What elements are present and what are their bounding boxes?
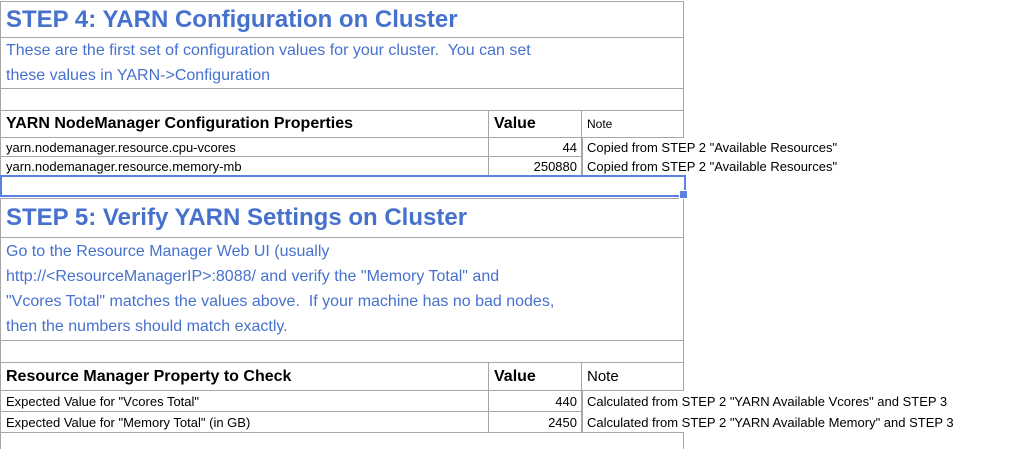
table2-row-value[interactable]: 2450: [488, 411, 583, 433]
table2-row-property[interactable]: Expected Value for "Memory Total" (in GB…: [0, 411, 489, 433]
table2-row-note[interactable]: Calculated from STEP 2 "YARN Available M…: [581, 411, 1024, 433]
table2-row-property[interactable]: Expected Value for "Vcores Total": [0, 390, 489, 412]
description-line: these values in YARN->Configuration: [6, 63, 270, 88]
description-line: These are the first set of configuration…: [6, 38, 531, 63]
cell-selection[interactable]: [0, 175, 686, 197]
description-line: http://<ResourceManagerIP>:8088/ and ver…: [6, 264, 499, 289]
spreadsheet: STEP 4: YARN Configuration on Cluster Th…: [0, 0, 1024, 449]
empty-row[interactable]: [0, 340, 684, 363]
description-line: Go to the Resource Manager Web UI (usual…: [6, 239, 329, 264]
step4-description-cell[interactable]: These are the first set of configuration…: [0, 37, 684, 89]
step5-description-cell[interactable]: Go to the Resource Manager Web UI (usual…: [0, 237, 684, 341]
table2-row-note[interactable]: Calculated from STEP 2 "YARN Available V…: [581, 390, 1024, 412]
table1-row-property[interactable]: yarn.nodemanager.resource.cpu-vcores: [0, 137, 489, 157]
table2-header-property[interactable]: Resource Manager Property to Check: [0, 362, 489, 391]
empty-row[interactable]: [0, 88, 684, 111]
description-line: then the numbers should match exactly.: [6, 314, 288, 339]
step4-title-cell[interactable]: STEP 4: YARN Configuration on Cluster: [0, 1, 684, 38]
table2-row-value[interactable]: 440: [488, 390, 583, 412]
table1-row-note[interactable]: Copied from STEP 2 "Available Resources": [581, 137, 1024, 157]
table2-header-value[interactable]: Value: [488, 362, 583, 391]
step5-title-cell[interactable]: STEP 5: Verify YARN Settings on Cluster: [0, 198, 684, 238]
table1-row-value[interactable]: 250880: [488, 156, 583, 176]
table1-row-note[interactable]: Copied from STEP 2 "Available Resources": [581, 156, 1024, 176]
table1-header-property[interactable]: YARN NodeManager Configuration Propertie…: [0, 110, 489, 138]
table2-header-note[interactable]: Note: [581, 362, 684, 391]
empty-row[interactable]: [0, 432, 684, 449]
description-line: "Vcores Total" matches the values above.…: [6, 289, 554, 314]
fill-handle[interactable]: [679, 190, 688, 199]
table1-row-value[interactable]: 44: [488, 137, 583, 157]
table1-row-property[interactable]: yarn.nodemanager.resource.memory-mb: [0, 156, 489, 176]
table1-header-note[interactable]: Note: [581, 110, 684, 138]
table1-header-value[interactable]: Value: [488, 110, 583, 138]
